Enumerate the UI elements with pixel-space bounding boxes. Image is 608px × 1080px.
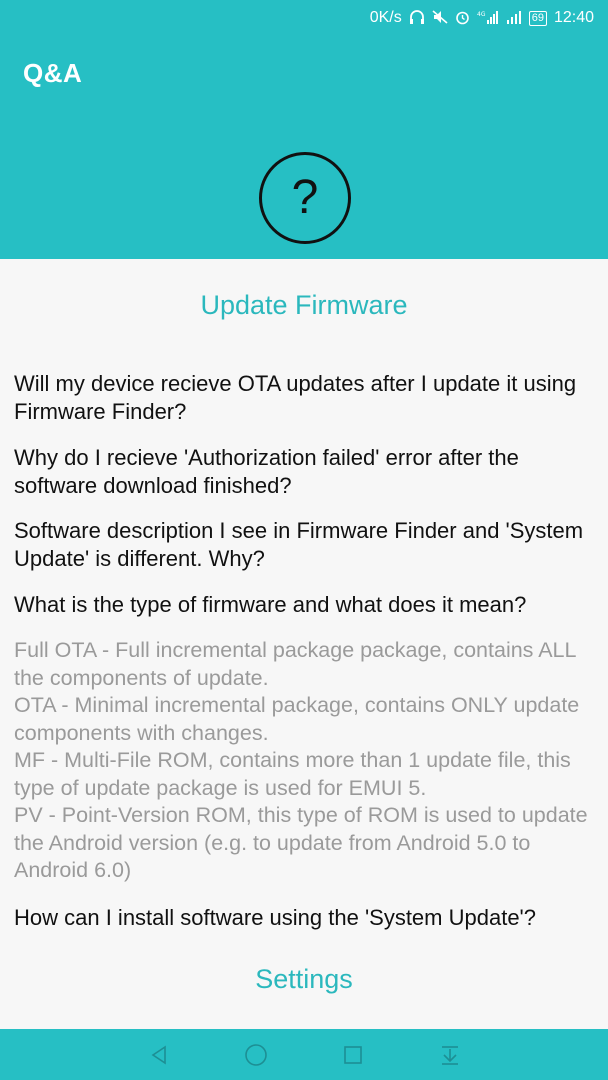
status-bar: 0K/s 4G 69 12:40 xyxy=(0,0,608,36)
svg-text:4G: 4G xyxy=(477,11,486,18)
page-title: Q&A xyxy=(23,58,83,88)
question-mark-icon: ? xyxy=(259,152,351,244)
network-speed: 0K/s xyxy=(369,9,402,26)
question-mark-glyph: ? xyxy=(291,171,319,224)
faq-question[interactable]: Why do I recieve 'Authorization failed' … xyxy=(14,444,594,500)
navigation-bar xyxy=(0,1029,608,1080)
back-icon[interactable] xyxy=(139,1035,179,1075)
headphones-icon xyxy=(409,10,425,26)
faq-answer: Full OTA - Full incremental package pack… xyxy=(14,638,588,882)
faq-question-expanded[interactable]: What is the type of firmware and what do… xyxy=(14,591,594,619)
faq-question[interactable]: Software description I see in Firmware F… xyxy=(14,517,594,573)
section-title-update-firmware: Update Firmware xyxy=(200,290,408,320)
battery-icon: 69 xyxy=(528,10,547,26)
section-title-settings: Settings xyxy=(255,964,353,994)
app-header: Q&A ? xyxy=(0,36,608,259)
signal-4g-icon: 4G xyxy=(477,10,499,26)
home-icon[interactable] xyxy=(236,1035,276,1075)
faq-question[interactable]: How can I install software using the 'Sy… xyxy=(14,904,594,932)
signal-icon xyxy=(506,10,522,26)
recents-icon[interactable] xyxy=(333,1035,373,1075)
clock: 12:40 xyxy=(553,9,594,26)
mute-icon xyxy=(432,10,448,26)
alarm-icon xyxy=(455,10,470,27)
notification-pull-icon[interactable] xyxy=(430,1035,470,1075)
faq-question[interactable]: Will my device recieve OTA updates after… xyxy=(14,370,594,426)
